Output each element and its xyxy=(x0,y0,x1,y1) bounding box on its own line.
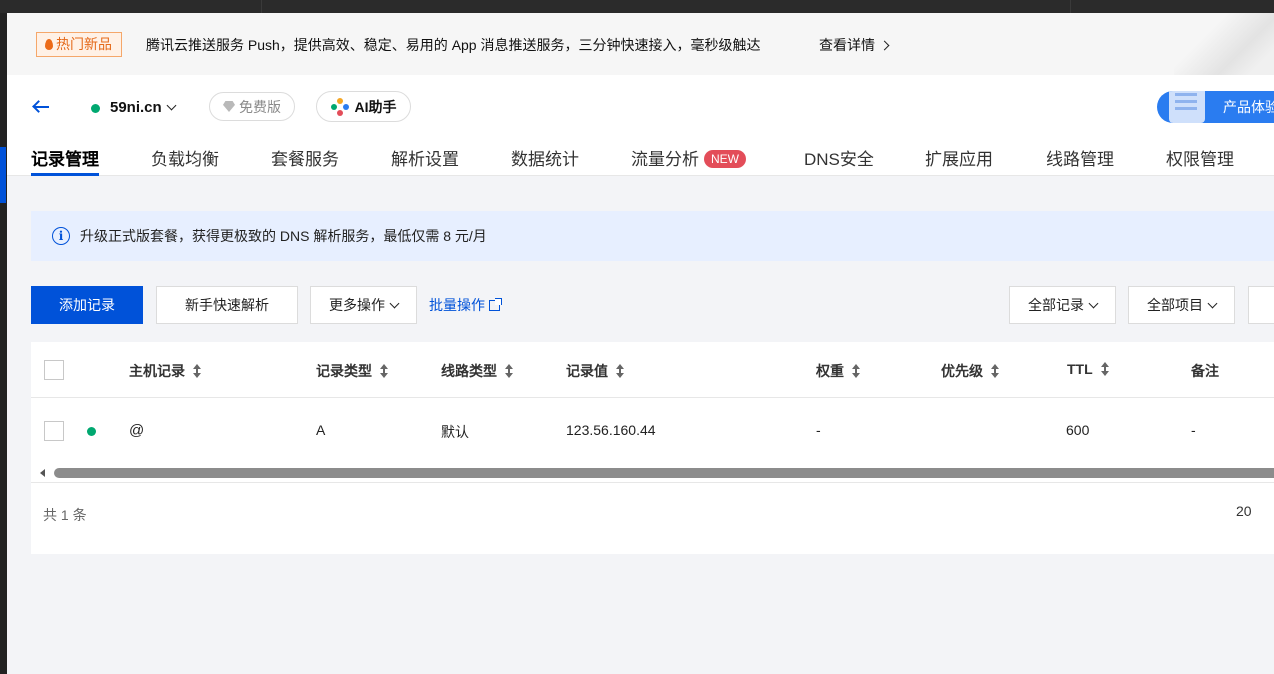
row-checkbox[interactable] xyxy=(44,421,64,441)
domain-status-dot xyxy=(91,104,100,113)
os-title-bar xyxy=(0,0,1274,13)
title-bar-divider xyxy=(261,0,262,13)
hot-product-tag: 热门新品 xyxy=(36,32,122,57)
back-arrow-icon[interactable] xyxy=(32,99,52,115)
sort-icon[interactable] xyxy=(505,364,513,378)
column-remark: 备注 xyxy=(1191,363,1219,379)
column-weight[interactable]: 权重 xyxy=(816,361,860,381)
sidebar-active-marker xyxy=(0,147,6,203)
promo-banner: 热门新品 腾讯云推送服务 Push，提供高效、稳定、易用的 App 消息推送服务… xyxy=(7,13,1274,75)
quick-resolve-button[interactable]: 新手快速解析 xyxy=(156,286,298,324)
domain-name[interactable]: 59ni.cn xyxy=(110,99,162,116)
plan-label: 免费版 xyxy=(239,98,281,115)
ai-assistant-label[interactable]: AI助手 xyxy=(355,97,397,117)
tab-record-management[interactable]: 记录管理 xyxy=(31,145,99,176)
cell-remark: - xyxy=(1191,422,1196,438)
chevron-right-icon xyxy=(879,40,890,50)
sort-icon[interactable] xyxy=(852,364,860,378)
product-experience-label[interactable]: 产品体验 xyxy=(1223,99,1274,115)
page-size-selector[interactable]: 20 xyxy=(1236,503,1252,519)
scroll-left-arrow-icon[interactable] xyxy=(40,469,45,477)
column-record-value[interactable]: 记录值 xyxy=(566,361,624,381)
document-icon xyxy=(1169,91,1205,123)
tab-package-service[interactable]: 套餐服务 xyxy=(271,145,339,176)
select-all-checkbox[interactable] xyxy=(44,360,64,380)
record-status-dot xyxy=(87,427,96,436)
table-footer-divider xyxy=(31,482,1274,483)
plan-badge[interactable]: 免费版 xyxy=(209,92,295,121)
view-details-label[interactable]: 查看详情 xyxy=(819,35,875,55)
scrollbar-thumb[interactable] xyxy=(54,468,1274,478)
tab-permission-management[interactable]: 权限管理 xyxy=(1166,145,1234,176)
fire-icon xyxy=(45,39,53,50)
product-experience-button[interactable]: 产品体验 xyxy=(1157,91,1274,123)
records-table: 主机记录 记录类型 线路类型 记录值 权重 优先级 TTL 备注 @ A 默认 … xyxy=(31,342,1274,554)
batch-actions-link[interactable]: 批量操作 xyxy=(429,295,502,315)
tab-resolve-settings[interactable]: 解析设置 xyxy=(391,145,459,176)
add-record-button[interactable]: 添加记录 xyxy=(31,286,143,324)
table-row[interactable]: @ A 默认 123.56.160.44 - 600 - xyxy=(31,399,1274,464)
domain-selector[interactable]: 59ni.cn xyxy=(110,99,177,116)
sort-icon[interactable] xyxy=(193,364,201,378)
sort-icon[interactable] xyxy=(1100,362,1109,376)
cell-ttl: 600 xyxy=(1066,422,1090,438)
view-details-link[interactable]: 查看详情 xyxy=(819,35,890,55)
tab-load-balancing[interactable]: 负载均衡 xyxy=(151,145,219,176)
cell-record-value: 123.56.160.44 xyxy=(566,422,656,438)
more-actions-dropdown[interactable]: 更多操作 xyxy=(310,286,417,324)
new-badge: NEW xyxy=(704,150,746,168)
sort-icon[interactable] xyxy=(991,364,999,378)
diamond-icon xyxy=(223,101,235,112)
table-header: 主机记录 记录类型 线路类型 记录值 权重 优先级 TTL 备注 xyxy=(31,342,1274,398)
tab-data-statistics[interactable]: 数据统计 xyxy=(511,145,579,176)
info-icon: i xyxy=(52,227,70,245)
left-sidebar-strip xyxy=(0,13,7,674)
banner-decoration xyxy=(1174,13,1274,75)
tab-line-management[interactable]: 线路管理 xyxy=(1046,145,1114,176)
sort-icon[interactable] xyxy=(616,364,624,378)
column-host[interactable]: 主机记录 xyxy=(129,361,201,381)
cell-record-type: A xyxy=(316,422,326,438)
chevron-down-icon xyxy=(166,100,177,111)
notice-text: 升级正式版套餐，获得更极致的 DNS 解析服务，最低仅需 8 元/月 xyxy=(80,228,487,244)
hot-tag-label: 热门新品 xyxy=(56,36,112,52)
banner-text: 腾讯云推送服务 Push，提供高效、稳定、易用的 App 消息推送服务，三分钟快… xyxy=(146,37,761,53)
cell-host: @ xyxy=(129,422,145,439)
all-records-filter[interactable]: 全部记录 xyxy=(1009,286,1116,324)
search-input[interactable] xyxy=(1248,286,1274,324)
column-line-type[interactable]: 线路类型 xyxy=(441,361,513,381)
ai-logo-icon xyxy=(330,97,349,116)
column-priority[interactable]: 优先级 xyxy=(941,361,999,381)
all-projects-filter[interactable]: 全部项目 xyxy=(1128,286,1235,324)
horizontal-scrollbar[interactable] xyxy=(31,464,1274,482)
external-link-icon xyxy=(489,297,502,311)
total-count: 共 1 条 xyxy=(43,507,87,523)
sort-icon[interactable] xyxy=(380,364,388,378)
cell-line-type: 默认 xyxy=(441,424,469,440)
chevron-down-icon xyxy=(1088,298,1099,308)
column-record-type[interactable]: 记录类型 xyxy=(316,361,388,381)
cell-weight: - xyxy=(816,422,821,438)
column-ttl[interactable]: TTL xyxy=(1067,361,1109,377)
tab-traffic-analysis[interactable]: 流量分析 NEW xyxy=(631,145,746,176)
tab-dns-security[interactable]: DNS安全 xyxy=(804,145,874,176)
tab-extensions[interactable]: 扩展应用 xyxy=(925,145,993,176)
upgrade-notice: i 升级正式版套餐，获得更极致的 DNS 解析服务，最低仅需 8 元/月 xyxy=(31,211,1274,261)
title-bar-divider xyxy=(1070,0,1071,13)
domain-header: 59ni.cn 免费版 AI助手 产品体验 记录管理 负载均衡 套餐服务 解析设… xyxy=(7,75,1274,176)
chevron-down-icon xyxy=(389,298,400,308)
dns-console: 热门新品 腾讯云推送服务 Push，提供高效、稳定、易用的 App 消息推送服务… xyxy=(7,13,1274,674)
chevron-down-icon xyxy=(1207,298,1218,308)
ai-assistant-button[interactable]: AI助手 xyxy=(316,91,411,122)
